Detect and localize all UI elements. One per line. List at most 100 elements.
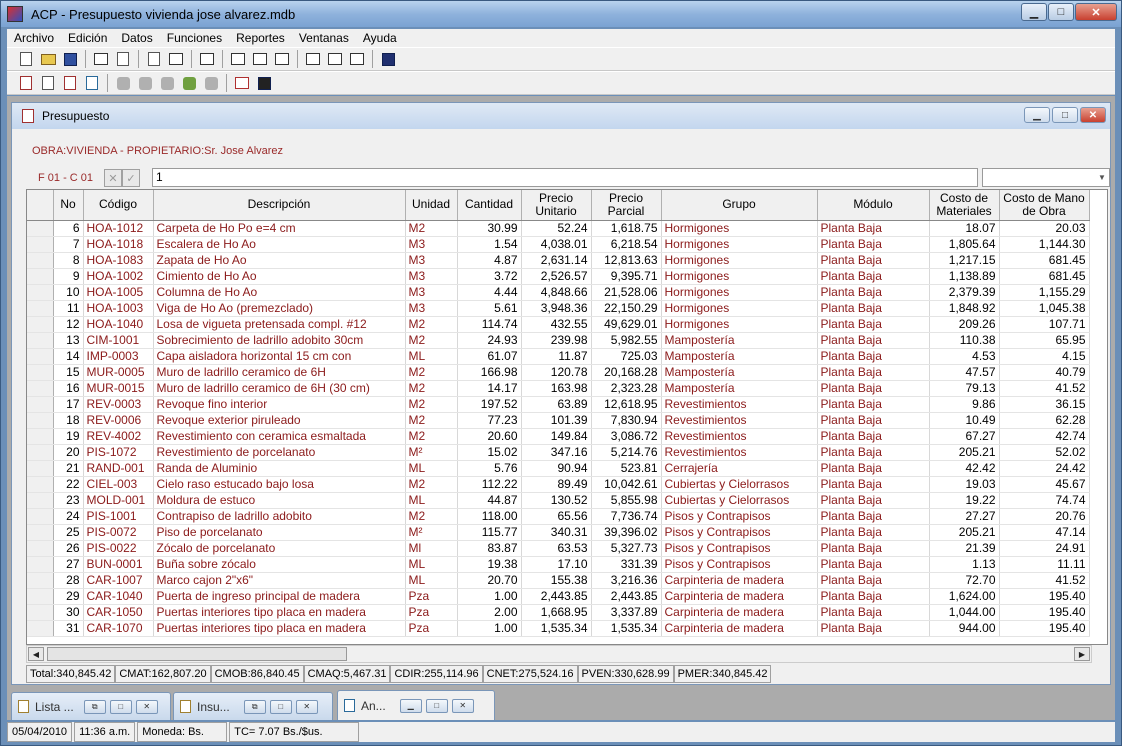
table-cell[interactable]: Pisos y Contrapisos xyxy=(661,508,818,525)
row-selector[interactable] xyxy=(27,236,54,253)
row-selector[interactable] xyxy=(27,396,54,413)
table-cell[interactable]: 27.27 xyxy=(929,508,1000,525)
table-cell[interactable]: Planta Baja xyxy=(817,508,930,525)
child-minimize-button[interactable]: ▁ xyxy=(1024,107,1050,123)
child-title-bar[interactable]: Presupuesto ▁ □ ✕ xyxy=(12,103,1110,129)
table-cell[interactable]: 1,144.30 xyxy=(999,236,1090,253)
table-cell[interactable]: 331.39 xyxy=(591,556,662,573)
row-selector[interactable] xyxy=(27,540,54,557)
table-cell[interactable]: Pisos y Contrapisos xyxy=(661,540,818,557)
table-cell[interactable]: 155.38 xyxy=(521,572,592,589)
table-cell[interactable]: REV-0003 xyxy=(83,396,154,413)
table-cell[interactable]: 205.21 xyxy=(929,524,1000,541)
table-cell[interactable]: Planta Baja xyxy=(817,572,930,589)
table-cell[interactable]: 1,805.64 xyxy=(929,236,1000,253)
table-cell[interactable]: 65.95 xyxy=(999,332,1090,349)
table-cell[interactable]: 10 xyxy=(53,284,84,301)
table-cell[interactable]: 10,042.61 xyxy=(591,476,662,493)
report-icon[interactable] xyxy=(18,75,34,91)
table-cell[interactable]: 20.03 xyxy=(999,220,1090,237)
table-cell[interactable]: Cimiento de Ho Ao xyxy=(153,268,406,285)
menu-ventanas[interactable]: Ventanas xyxy=(292,31,356,45)
tab-lista[interactable]: Lista ... ⧉ □ ✕ xyxy=(11,692,171,720)
table-cell[interactable]: Hormigones xyxy=(661,284,818,301)
table-cell[interactable]: M2 xyxy=(405,428,458,445)
split-vertical-icon[interactable] xyxy=(230,51,246,67)
table-cell[interactable]: Planta Baja xyxy=(817,284,930,301)
table-cell[interactable]: 432.55 xyxy=(521,316,592,333)
table-cell[interactable]: Zócalo de porcelanato xyxy=(153,540,406,557)
tool-1-icon[interactable] xyxy=(115,75,131,91)
table-cell[interactable]: Mampostería xyxy=(661,348,818,365)
table-cell[interactable]: 2,526.57 xyxy=(521,268,592,285)
table-cell[interactable]: Hormigones xyxy=(661,236,818,253)
table-cell[interactable]: Viga de Ho Ao (premezclado) xyxy=(153,300,406,317)
table-cell[interactable]: Carpeta de Ho Po e=4 cm xyxy=(153,220,406,237)
table-cell[interactable]: 340.31 xyxy=(521,524,592,541)
table-cell[interactable]: 118.00 xyxy=(457,508,522,525)
table-cell[interactable]: Carpinteria de madera xyxy=(661,572,818,589)
table-cell[interactable]: Revestimientos xyxy=(661,412,818,429)
table-cell[interactable]: 63.53 xyxy=(521,540,592,557)
table-cell[interactable]: 42.74 xyxy=(999,428,1090,445)
split-horizontal-icon[interactable] xyxy=(252,51,268,67)
table-cell[interactable]: 15.02 xyxy=(457,444,522,461)
table-cell[interactable]: 4.53 xyxy=(929,348,1000,365)
table-cell[interactable]: MUR-0015 xyxy=(83,380,154,397)
table-cell[interactable]: 12 xyxy=(53,316,84,333)
table-cell[interactable]: HOA-1018 xyxy=(83,236,154,253)
table-cell[interactable]: Planta Baja xyxy=(817,492,930,509)
table-cell[interactable]: 61.07 xyxy=(457,348,522,365)
table-cell[interactable]: HOA-1040 xyxy=(83,316,154,333)
col-header[interactable]: Código xyxy=(83,190,154,221)
table-cell[interactable]: HOA-1083 xyxy=(83,252,154,269)
table-cell[interactable]: MOLD-001 xyxy=(83,492,154,509)
table-cell[interactable]: 681.45 xyxy=(999,268,1090,285)
table-cell[interactable]: Randa de Aluminio xyxy=(153,460,406,477)
table-cell[interactable]: 2,631.14 xyxy=(521,252,592,269)
row-selector[interactable] xyxy=(27,332,54,349)
table-cell[interactable]: 30 xyxy=(53,604,84,621)
table-cell[interactable]: Planta Baja xyxy=(817,380,930,397)
table-cell[interactable]: Planta Baja xyxy=(817,460,930,477)
filter-icon[interactable] xyxy=(181,75,197,91)
table-cell[interactable]: 11 xyxy=(53,300,84,317)
table-cell[interactable]: 120.78 xyxy=(521,364,592,381)
table-row[interactable]: 28 CAR-1007 Marco cajon 2"x6" ML 20.70 155.38… xyxy=(27,572,1090,589)
table-cell[interactable]: 22,150.29 xyxy=(591,300,662,317)
table-row[interactable]: 17 REV-0003 Revoque fino interior M2 197.52 6… xyxy=(27,396,1090,413)
save-icon[interactable] xyxy=(62,51,78,67)
scroll-right-icon[interactable]: ▶ xyxy=(1074,647,1090,661)
table-cell[interactable]: BUN-0001 xyxy=(83,556,154,573)
paste-icon[interactable] xyxy=(168,51,184,67)
table-cell[interactable]: CIM-1001 xyxy=(83,332,154,349)
table-row[interactable]: 23 MOLD-001 Moldura de estuco ML 44.87 130.52… xyxy=(27,492,1090,509)
table-cell[interactable]: Planta Baja xyxy=(817,620,930,637)
table-cell[interactable]: Planta Baja xyxy=(817,444,930,461)
find-binoculars-icon[interactable] xyxy=(256,75,272,91)
table-cell[interactable]: Pza xyxy=(405,604,458,621)
row-selector[interactable] xyxy=(27,284,54,301)
col-header[interactable]: Módulo xyxy=(817,190,930,221)
table-cell[interactable]: Revoque exterior piruleado xyxy=(153,412,406,429)
table-cell[interactable]: Carpinteria de madera xyxy=(661,604,818,621)
menu-ayuda[interactable]: Ayuda xyxy=(356,31,404,45)
table-cell[interactable]: 149.84 xyxy=(521,428,592,445)
table-cell[interactable]: 23 xyxy=(53,492,84,509)
table-cell[interactable]: M3 xyxy=(405,268,458,285)
close-button[interactable]: ✕ xyxy=(1075,3,1117,21)
table-cell[interactable]: Hormigones xyxy=(661,252,818,269)
table-cell[interactable]: PIS-0072 xyxy=(83,524,154,541)
table-row[interactable]: 25 PIS-0072 Piso de porcelanato M² 115.77 340… xyxy=(27,524,1090,541)
row-selector[interactable] xyxy=(27,508,54,525)
table-cell[interactable]: 31 xyxy=(53,620,84,637)
table-cell[interactable]: 1,848.92 xyxy=(929,300,1000,317)
table-cell[interactable]: 24.42 xyxy=(999,460,1090,477)
table-cell[interactable]: CIEL-003 xyxy=(83,476,154,493)
table-cell[interactable]: 29 xyxy=(53,588,84,605)
open-folder-icon[interactable] xyxy=(40,51,56,67)
table-cell[interactable]: 1,535.34 xyxy=(591,620,662,637)
table-cell[interactable]: HOA-1012 xyxy=(83,220,154,237)
table-cell[interactable]: M2 xyxy=(405,316,458,333)
table-cell[interactable]: Losa de vigueta pretensada compl. #12 xyxy=(153,316,406,333)
